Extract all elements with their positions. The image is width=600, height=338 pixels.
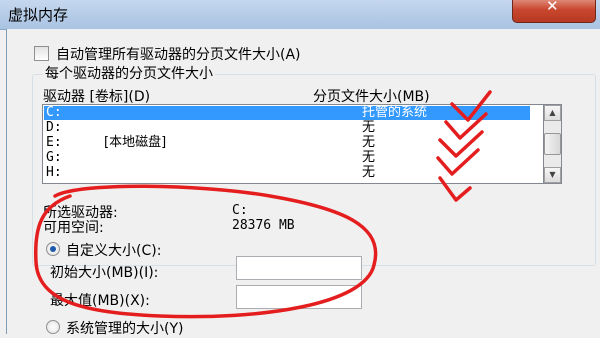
drive-list[interactable]: C: 托管的系统 D: 无 E: [本地磁盘] 无 G: 无 H: 无 [42, 104, 544, 184]
drive-letter: G: [46, 150, 62, 165]
drive-row-d[interactable]: D: 无 [44, 121, 530, 135]
system-managed-radio[interactable] [46, 320, 60, 334]
drive-paging-size: 无 [362, 120, 376, 135]
triangle-up-icon: ▲ [549, 108, 556, 117]
drive-paging-size: 无 [362, 135, 376, 150]
drive-paging-size: 托管的系统 [362, 105, 428, 120]
auto-manage-label[interactable]: 自动管理所有驱动器的分页文件大小(A) [56, 44, 301, 64]
title-bar: 虚拟内存 ✕ [0, 0, 600, 30]
available-space-value: 28376 MB [232, 218, 295, 233]
drive-letter: C: [46, 105, 62, 120]
column-header-drive: 驱动器 [卷标](D) [43, 89, 151, 105]
max-size-label: 最大值(MB)(X): [50, 293, 150, 309]
max-size-input[interactable] [236, 285, 362, 309]
drive-row-e[interactable]: E: [本地磁盘] 无 [44, 136, 530, 150]
drive-paging-size: 无 [362, 165, 376, 180]
column-header-size: 分页文件大小(MB) [313, 89, 430, 105]
scroll-up-button[interactable]: ▲ [544, 105, 561, 121]
triangle-down-icon: ▼ [549, 170, 556, 179]
drive-row-h[interactable]: H: 无 [44, 166, 530, 180]
auto-manage-checkbox[interactable] [34, 46, 49, 61]
close-button[interactable]: ✕ [512, 0, 596, 23]
system-managed-label[interactable]: 系统管理的大小(Y) [66, 318, 183, 338]
drive-paging-size: 无 [362, 150, 376, 165]
custom-size-label[interactable]: 自定义大小(C): [66, 240, 161, 260]
window-title: 虚拟内存 [8, 6, 69, 24]
scroll-thumb[interactable] [544, 133, 561, 155]
available-space-label: 可用空间: [43, 220, 104, 236]
drive-letter: D: [46, 120, 62, 135]
drive-list-scrollbar[interactable]: ▲ ▼ [544, 104, 562, 184]
close-icon: ✕ [546, 0, 559, 15]
initial-size-input[interactable] [236, 256, 362, 280]
drive-row-g[interactable]: G: 无 [44, 151, 530, 165]
paging-group-title: 每个驱动器的分页文件大小 [43, 66, 215, 82]
drive-letter: E: [46, 135, 62, 150]
custom-size-radio[interactable] [46, 242, 60, 256]
drive-row-c[interactable]: C: 托管的系统 [44, 106, 530, 120]
drive-volume-label: [本地磁盘] [104, 135, 167, 150]
initial-size-label: 初始大小(MB)(I): [50, 265, 159, 281]
selected-drive-value: C: [232, 203, 248, 218]
drive-letter: H: [46, 165, 62, 180]
scroll-down-button[interactable]: ▼ [544, 167, 561, 183]
